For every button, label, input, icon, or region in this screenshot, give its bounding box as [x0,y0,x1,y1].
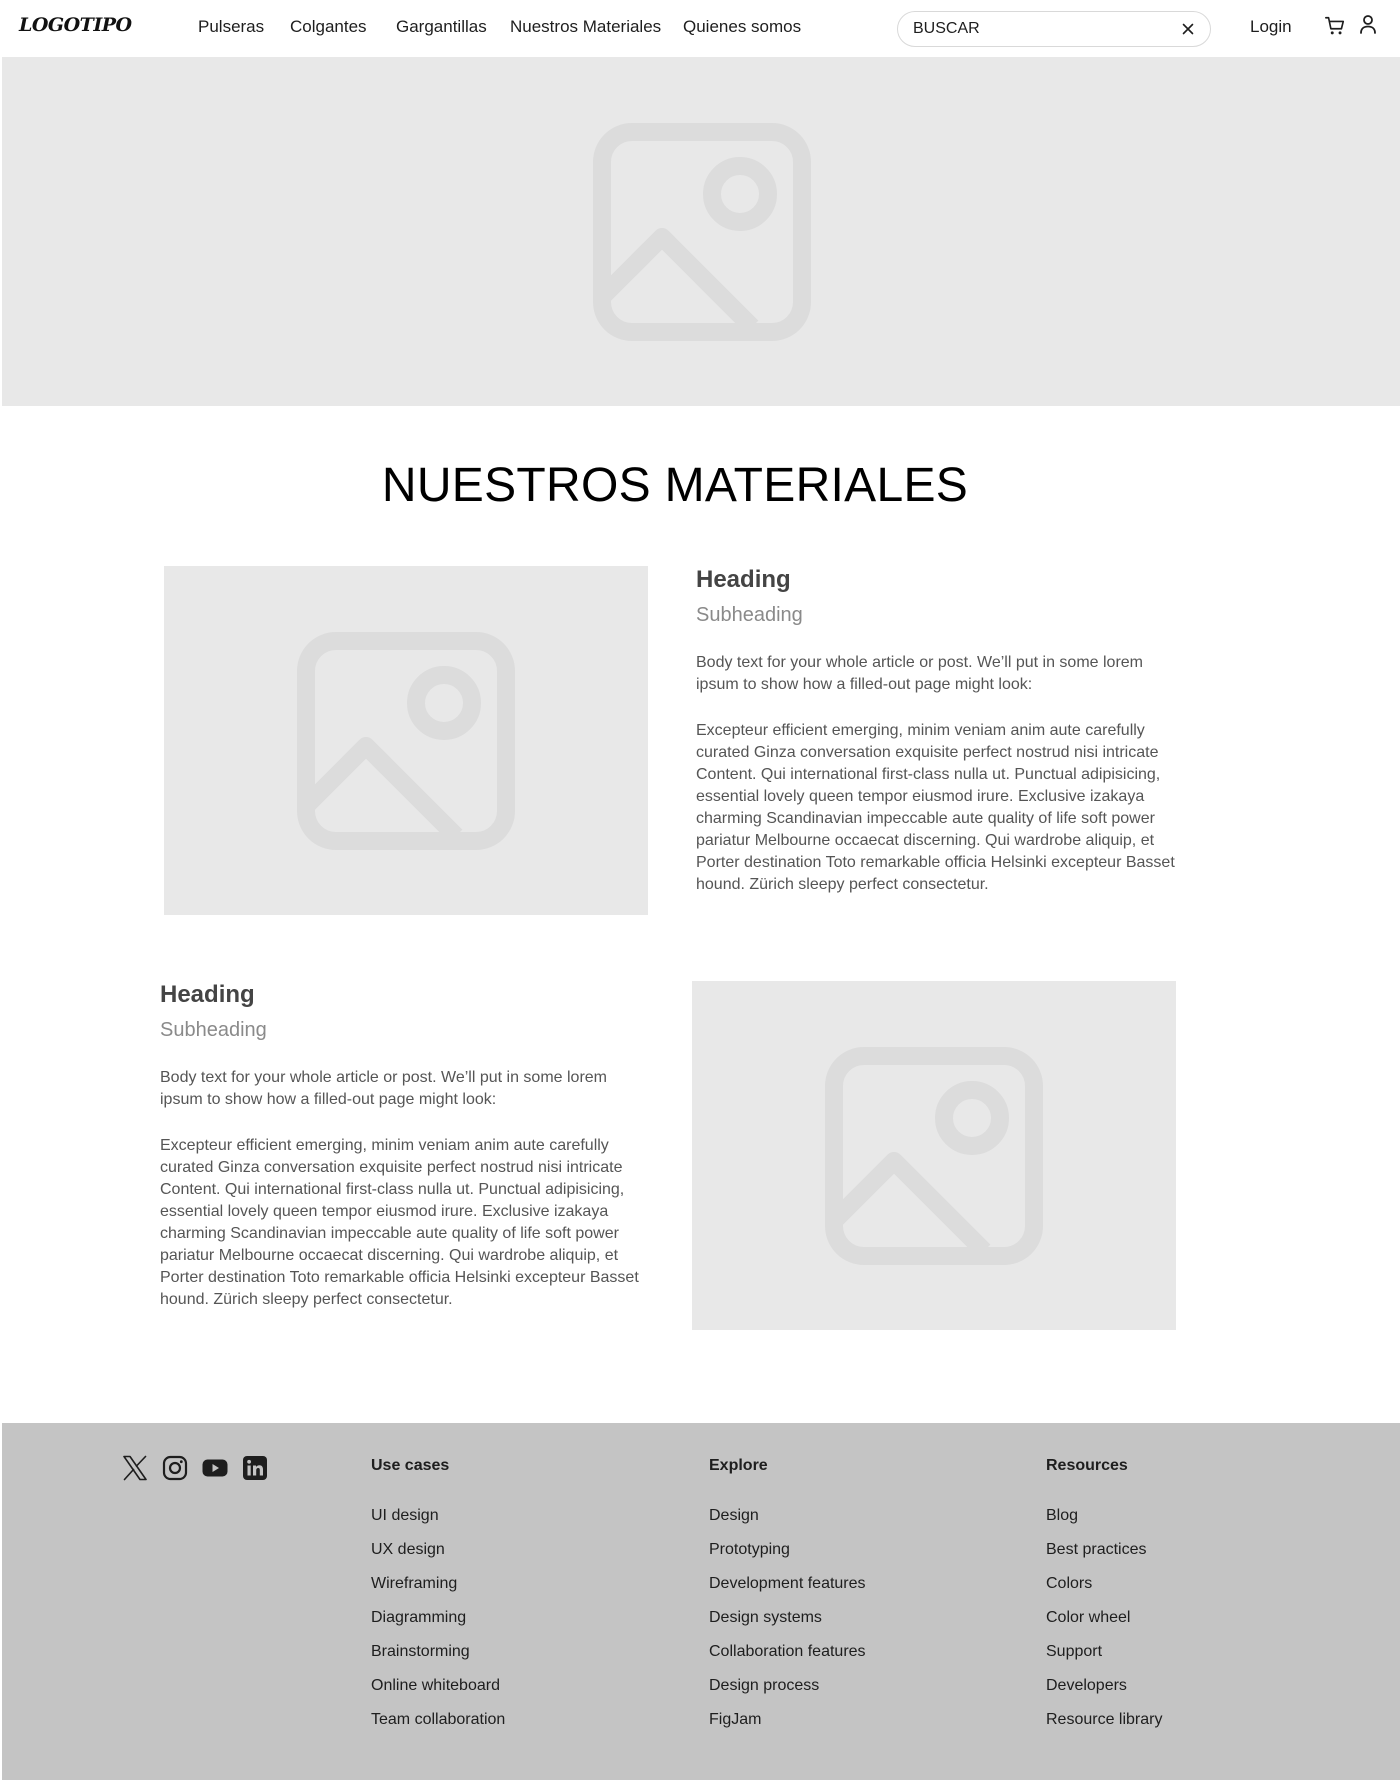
nav-colgantes[interactable]: Colgantes [290,17,367,37]
footer-link[interactable]: Design systems [709,1608,866,1628]
section-image [164,566,648,915]
nav-quienes-somos[interactable]: Quienes somos [683,17,801,37]
section-body: Excepteur efficient emerging, minim veni… [696,722,1175,893]
footer-link[interactable]: Developers [1046,1676,1162,1696]
image-placeholder-icon [593,123,811,341]
footer-column-title: Explore [709,1457,768,1474]
login-link[interactable]: Login [1250,17,1292,37]
footer-link[interactable]: Design process [709,1676,866,1696]
hero-image [2,57,1400,406]
footer-link[interactable]: Team collaboration [371,1710,505,1730]
footer-column-use-cases: Use cases UI design UX design Wireframin… [371,1456,505,1744]
footer-link[interactable]: Support [1046,1642,1162,1662]
image-placeholder-icon [825,1047,1043,1265]
footer-link[interactable]: Best practices [1046,1540,1162,1560]
section-text: Heading Subheading Body text for your wh… [160,980,645,1311]
footer-link[interactable]: Development features [709,1574,866,1594]
youtube-icon[interactable] [202,1455,228,1481]
section-heading: Heading [696,566,791,593]
footer-column-resources: Resources Blog Best practices Colors Col… [1046,1456,1162,1744]
footer-link[interactable]: Color wheel [1046,1608,1162,1628]
user-icon[interactable] [1358,14,1378,36]
linkedin-icon[interactable] [242,1455,268,1481]
footer-link[interactable]: Prototyping [709,1540,866,1560]
logo[interactable]: LOGOTIPO [19,14,132,36]
footer-link[interactable]: UI design [371,1506,505,1526]
section-text: Heading Subheading Body text for your wh… [696,565,1181,896]
search-input[interactable] [913,20,1163,38]
instagram-icon[interactable] [162,1455,188,1481]
section-heading: Heading [160,981,255,1008]
footer-column-title: Resources [1046,1457,1128,1474]
footer-link[interactable]: Diagramming [371,1608,505,1628]
footer-link[interactable]: Design [709,1506,866,1526]
footer-link[interactable]: Resource library [1046,1710,1162,1730]
footer-column-explore: Explore Design Prototyping Development f… [709,1456,866,1744]
section-intro: Body text for your whole article or post… [160,1069,607,1108]
section-subheading: Subheading [696,604,803,626]
section-intro: Body text for your whole article or post… [696,654,1143,693]
cart-icon[interactable] [1324,15,1346,37]
section-image [692,981,1176,1330]
footer-column-title: Use cases [371,1457,450,1474]
footer-link[interactable]: FigJam [709,1710,866,1730]
footer-link[interactable]: Wireframing [371,1574,505,1594]
search-box [897,11,1211,47]
site-footer: Use cases UI design UX design Wireframin… [2,1423,1400,1780]
section-subheading: Subheading [160,1019,267,1041]
footer-link[interactable]: Online whiteboard [371,1676,505,1696]
close-icon[interactable] [1180,21,1196,37]
nav-gargantillas[interactable]: Gargantillas [396,17,487,37]
x-icon[interactable] [122,1455,148,1481]
page-title: NUESTROS MATERIALES [381,459,969,512]
section-body: Excepteur efficient emerging, minim veni… [160,1137,639,1308]
nav-pulseras[interactable]: Pulseras [198,17,264,37]
footer-link[interactable]: UX design [371,1540,505,1560]
footer-link[interactable]: Colors [1046,1574,1162,1594]
site-header: LOGOTIPO Pulseras Colgantes Gargantillas… [0,0,1400,56]
footer-link[interactable]: Brainstorming [371,1642,505,1662]
nav-nuestros-materiales[interactable]: Nuestros Materiales [510,17,661,37]
footer-link[interactable]: Collaboration features [709,1642,866,1662]
footer-link[interactable]: Blog [1046,1506,1162,1526]
image-placeholder-icon [297,632,515,850]
